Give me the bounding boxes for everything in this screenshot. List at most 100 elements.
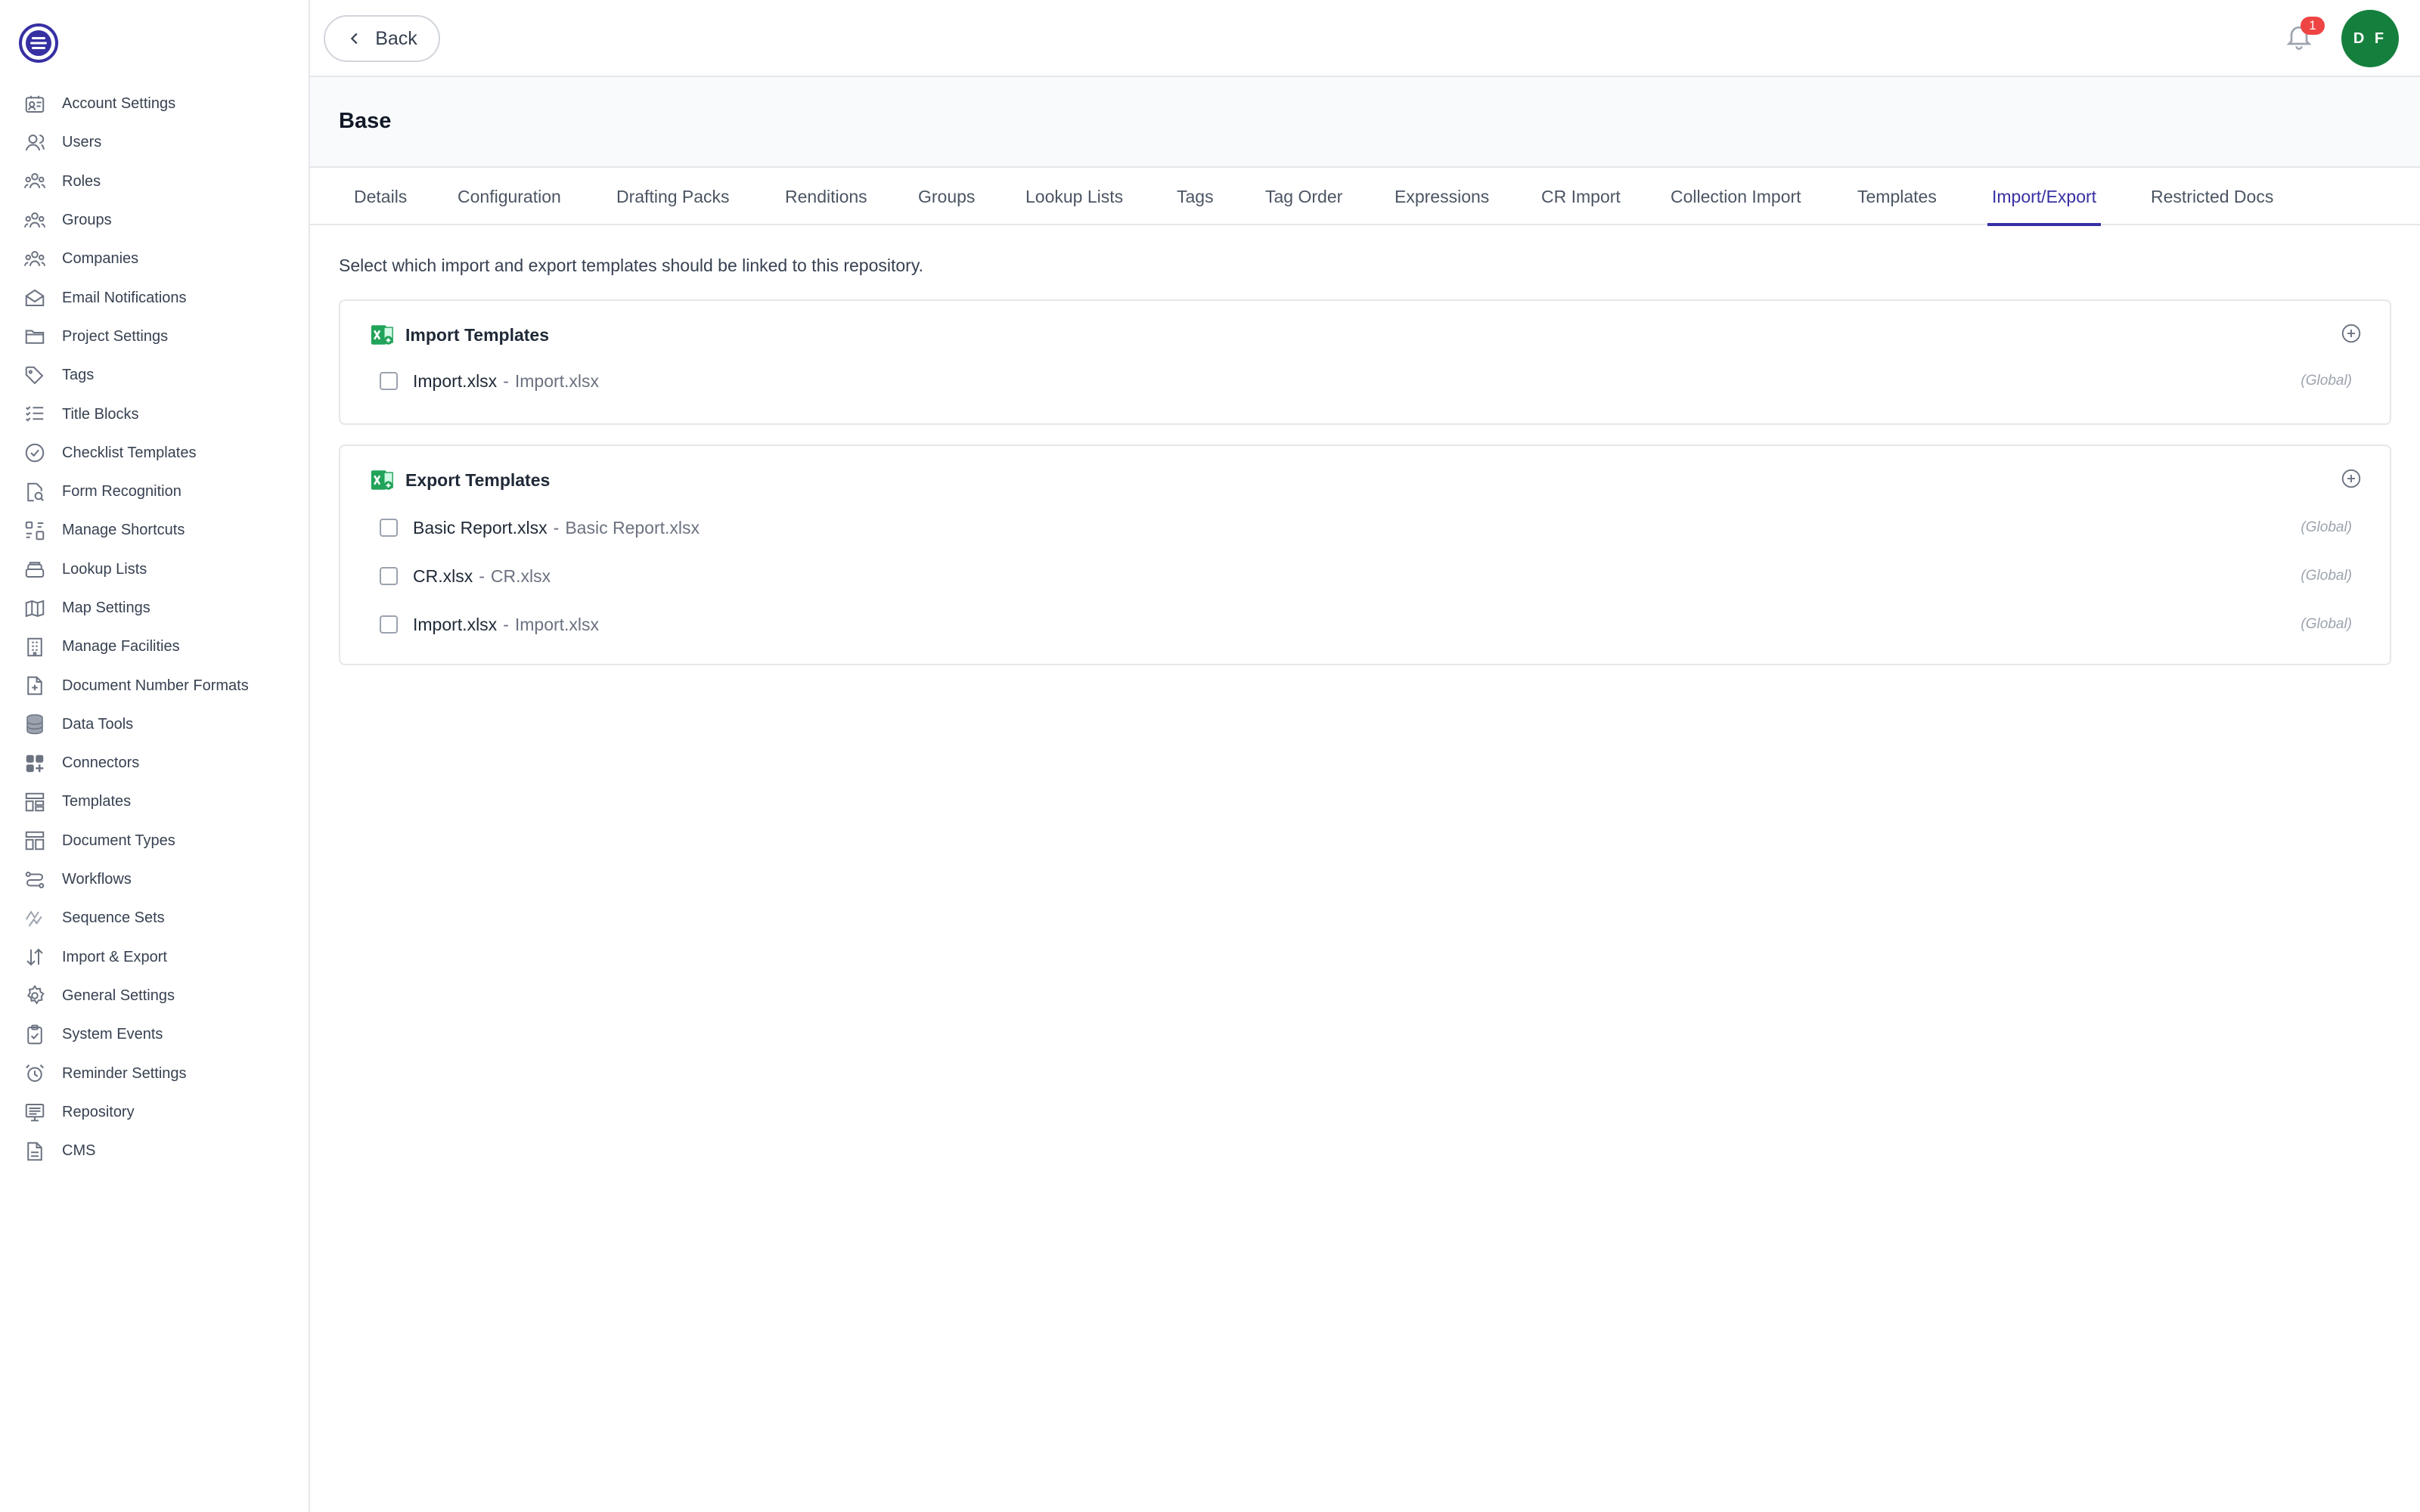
- tag-icon: [23, 364, 47, 388]
- sidebar-item-repository[interactable]: Repository: [0, 1093, 310, 1132]
- tab-templates[interactable]: Templates: [1857, 168, 1937, 225]
- sidebar-item-roles[interactable]: Roles: [0, 163, 310, 201]
- sidebar-item-manage-facilities[interactable]: Manage Facilities: [0, 627, 310, 666]
- template-checkbox[interactable]: [380, 519, 398, 537]
- tab-restricted-docs[interactable]: Restricted Docs: [2151, 168, 2273, 225]
- page-title: Base: [339, 109, 392, 133]
- sidebar-item-tags[interactable]: Tags: [0, 356, 310, 395]
- sidebar: Account Settings Users Roles Groups Comp…: [0, 0, 310, 1512]
- file-icon: [23, 1139, 47, 1163]
- tab-groups[interactable]: Groups: [918, 168, 975, 225]
- envelope-icon: [23, 286, 47, 310]
- excel-file-icon: [371, 325, 393, 345]
- sidebar-item-companies[interactable]: Companies: [0, 240, 310, 278]
- monitor-icon: [23, 1100, 47, 1124]
- template-row: Import.xlsx - Import.xlsx (Global): [380, 366, 2352, 396]
- sidebar-item-label: Lookup Lists: [62, 560, 147, 578]
- add-import-template-icon[interactable]: [2340, 322, 2363, 345]
- tab-tag-order[interactable]: Tag Order: [1265, 168, 1342, 225]
- tab-import-export[interactable]: Import/Export: [1987, 168, 2102, 226]
- tab-cr-import[interactable]: CR Import: [1541, 168, 1621, 225]
- tab-tags[interactable]: Tags: [1177, 168, 1214, 225]
- export-templates-card: Export Templates Basic Report.xlsx - Bas…: [339, 445, 2391, 665]
- sidebar-item-form-recognition[interactable]: Form Recognition: [0, 472, 310, 511]
- template-separator: -: [479, 565, 485, 586]
- sidebar-item-label: CMS: [62, 1142, 96, 1160]
- gear-icon: [23, 984, 47, 1008]
- sidebar-item-sequence-sets[interactable]: Sequence Sets: [0, 899, 310, 937]
- top-bar: Back 1 D F: [310, 0, 2420, 77]
- sidebar-item-reminder-settings[interactable]: Reminder Settings: [0, 1054, 310, 1092]
- doc-plus-icon: [23, 674, 47, 698]
- sidebar-item-label: Roles: [62, 172, 101, 190]
- chevron-left-icon: [350, 33, 358, 45]
- sidebar-item-email-notifications[interactable]: Email Notifications: [0, 278, 310, 317]
- stack-icon: [23, 557, 47, 581]
- sidebar-item-label: System Events: [62, 1026, 163, 1043]
- back-button-label: Back: [375, 27, 417, 49]
- sidebar-item-label: Users: [62, 134, 102, 151]
- building-icon: [23, 635, 47, 659]
- template-scope: (Global): [2301, 568, 2352, 584]
- sidebar-item-data-tools[interactable]: Data Tools: [0, 705, 310, 744]
- tab-details[interactable]: Details: [354, 168, 407, 225]
- sidebar-item-manage-shortcuts[interactable]: Manage Shortcuts: [0, 511, 310, 550]
- companies-icon: [23, 247, 47, 271]
- sidebar-item-label: Groups: [62, 212, 112, 229]
- excel-file-icon: [371, 470, 393, 490]
- arrows-up-down-icon: [23, 945, 47, 969]
- sidebar-item-users[interactable]: Users: [0, 123, 310, 162]
- user-avatar[interactable]: D F: [2341, 10, 2399, 67]
- back-button[interactable]: Back: [324, 15, 440, 62]
- sidebar-item-account-settings[interactable]: Account Settings: [0, 85, 310, 123]
- sidebar-item-system-events[interactable]: System Events: [0, 1015, 310, 1054]
- tab-configuration[interactable]: Configuration: [458, 168, 561, 225]
- sidebar-item-cms[interactable]: CMS: [0, 1132, 310, 1170]
- clipboard-check-icon: [23, 1023, 47, 1047]
- sidebar-item-document-number-formats[interactable]: Document Number Formats: [0, 666, 310, 705]
- sidebar-item-label: Form Recognition: [62, 483, 182, 500]
- template-checkbox[interactable]: [380, 372, 398, 390]
- sidebar-item-connectors[interactable]: Connectors: [0, 744, 310, 782]
- import-templates-title: Import Templates: [405, 324, 549, 345]
- sidebar-item-map-settings[interactable]: Map Settings: [0, 589, 310, 627]
- group-icon: [23, 209, 47, 233]
- sidebar-item-groups[interactable]: Groups: [0, 201, 310, 240]
- sidebar-item-label: Project Settings: [62, 327, 169, 345]
- template-checkbox[interactable]: [380, 567, 398, 585]
- template-scope: (Global): [2301, 519, 2352, 535]
- sidebar-item-workflows[interactable]: Workflows: [0, 860, 310, 899]
- sidebar-item-label: Workflows: [62, 871, 132, 888]
- sidebar-item-title-blocks[interactable]: Title Blocks: [0, 395, 310, 433]
- sidebar-item-checklist-templates[interactable]: Checklist Templates: [0, 434, 310, 472]
- sidebar-item-general-settings[interactable]: General Settings: [0, 977, 310, 1015]
- add-export-template-icon[interactable]: [2340, 467, 2363, 490]
- sidebar-item-lookup-lists[interactable]: Lookup Lists: [0, 550, 310, 589]
- page-header: Base: [310, 77, 2420, 168]
- database-icon: [23, 712, 47, 736]
- sidebar-item-document-types[interactable]: Document Types: [0, 822, 310, 860]
- sidebar-item-project-settings[interactable]: Project Settings: [0, 318, 310, 356]
- sidebar-item-label: Companies: [62, 250, 139, 268]
- sidebar-item-label: Manage Shortcuts: [62, 522, 185, 539]
- tab-collection-import[interactable]: Collection Import: [1671, 168, 1801, 225]
- app-logo-icon[interactable]: [18, 23, 59, 64]
- sidebar-item-templates[interactable]: Templates: [0, 782, 310, 821]
- sidebar-item-label: Email Notifications: [62, 289, 187, 306]
- template-filename: Basic Report.xlsx: [565, 517, 700, 538]
- user-icon: [23, 131, 47, 155]
- template-name: Basic Report.xlsx: [413, 517, 548, 538]
- tab-renditions[interactable]: Renditions: [785, 168, 867, 225]
- template-scope: (Global): [2301, 616, 2352, 632]
- sidebar-item-label: General Settings: [62, 987, 175, 1004]
- sidebar-item-label: Document Types: [62, 832, 175, 849]
- import-templates-card: Import Templates Import.xlsx - Import.xl…: [339, 299, 2391, 425]
- doc-search-icon: [23, 480, 47, 504]
- sidebar-item-import-export[interactable]: Import & Export: [0, 938, 310, 977]
- list-check-icon: [23, 402, 47, 426]
- tab-drafting-packs[interactable]: Drafting Packs: [616, 168, 730, 225]
- template-checkbox[interactable]: [380, 615, 398, 634]
- sidebar-nav: Account Settings Users Roles Groups Comp…: [0, 85, 310, 1170]
- tab-lookup-lists[interactable]: Lookup Lists: [1025, 168, 1123, 225]
- tab-expressions[interactable]: Expressions: [1395, 168, 1489, 225]
